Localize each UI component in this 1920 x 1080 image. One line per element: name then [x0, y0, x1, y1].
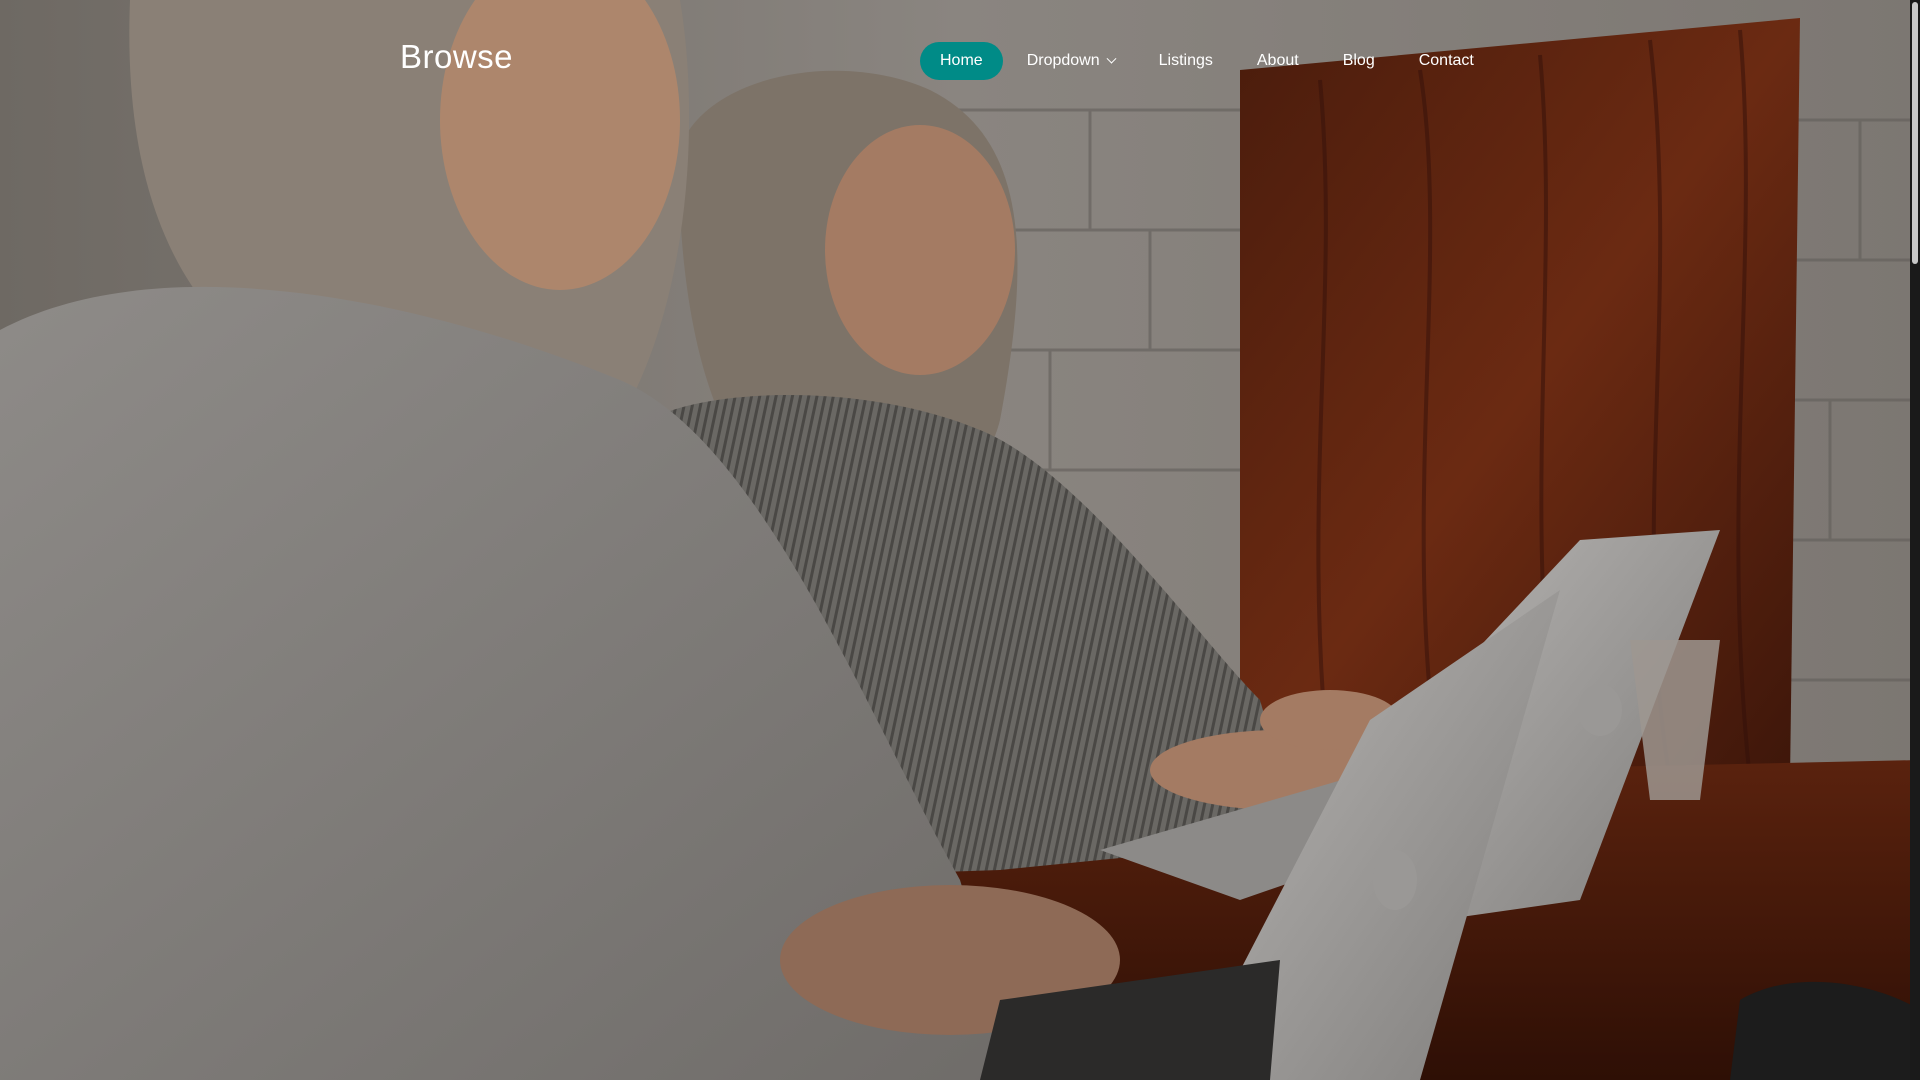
scrollbar-thumb[interactable]: [1912, 2, 1918, 264]
hero-section: Browse Home Dropdown Listings About Blog…: [0, 0, 1920, 1080]
nav-about[interactable]: About: [1237, 42, 1319, 80]
site-navbar: Browse Home Dropdown Listings About Blog…: [0, 0, 1910, 120]
chevron-down-icon: [1106, 53, 1117, 64]
nav-blog[interactable]: Blog: [1323, 42, 1395, 80]
main-nav: Home Dropdown Listings About Blog Contac…: [920, 42, 1498, 80]
nav-dropdown[interactable]: Dropdown: [1007, 42, 1135, 80]
nav-listings[interactable]: Listings: [1139, 42, 1233, 80]
nav-dropdown-label: Dropdown: [1026, 52, 1100, 69]
page-scrollbar[interactable]: [1910, 0, 1920, 1080]
nav-home[interactable]: Home: [920, 42, 1003, 80]
site-brand-logo[interactable]: Browse: [400, 38, 513, 76]
hero-dark-overlay: [0, 0, 1920, 1080]
nav-contact[interactable]: Contact: [1399, 42, 1494, 80]
